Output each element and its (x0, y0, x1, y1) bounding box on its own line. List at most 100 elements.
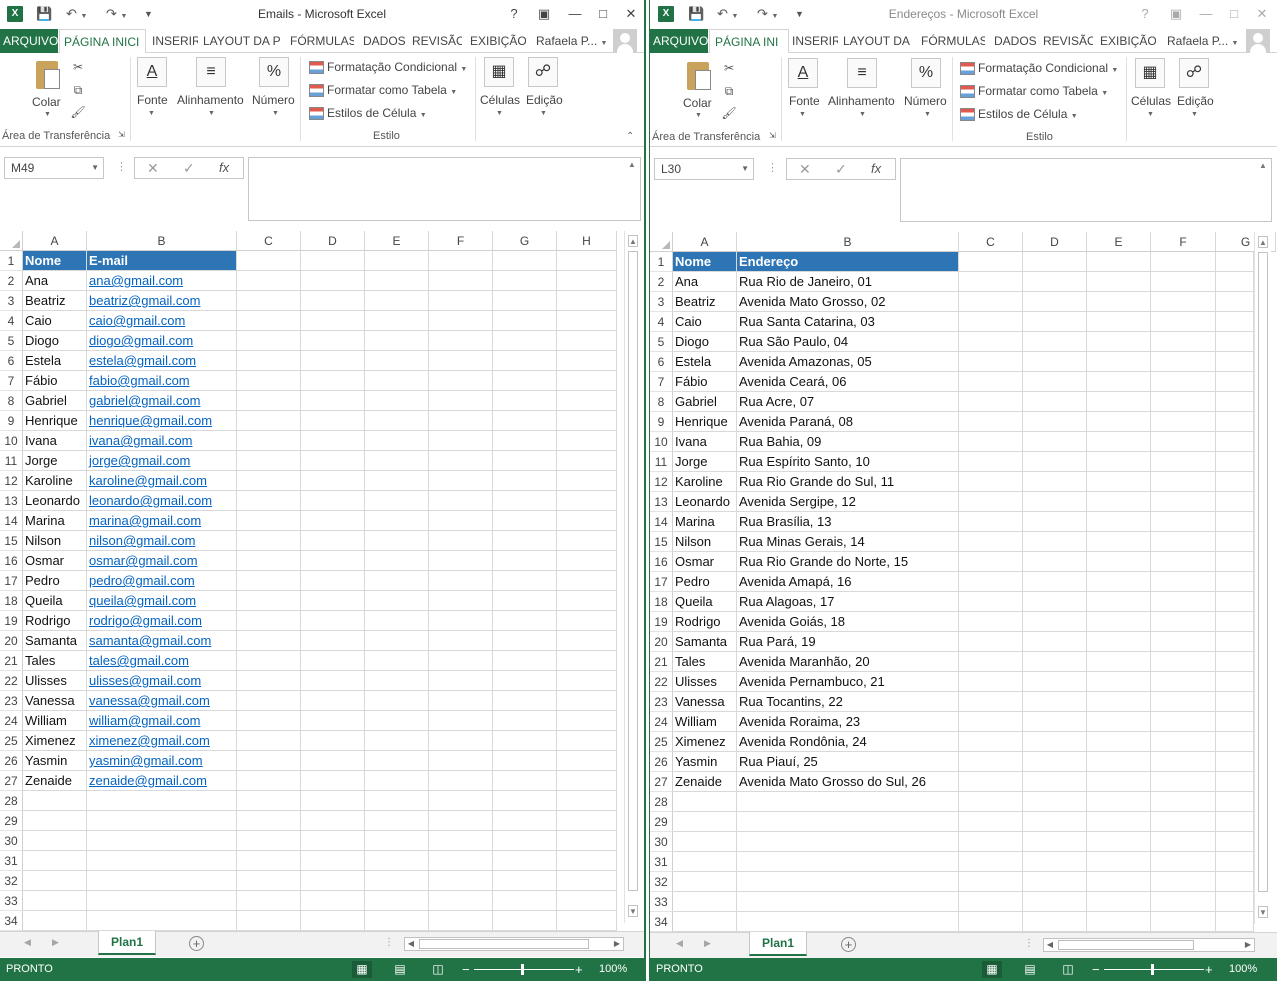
grid-cell[interactable] (1151, 512, 1216, 532)
grid-cell[interactable] (673, 812, 737, 832)
grid-cell[interactable] (493, 271, 557, 291)
grid-cell[interactable] (429, 271, 493, 291)
table-cell[interactable]: Gabriel (23, 391, 87, 411)
email-link[interactable]: gabriel@gmail.com (87, 391, 237, 411)
grid-cell[interactable] (493, 371, 557, 391)
scroll-left-icon[interactable]: ◀ (405, 938, 417, 950)
drag-handle-icon[interactable]: ⋮ (384, 937, 394, 948)
grid-cell[interactable] (429, 311, 493, 331)
grid-cell[interactable] (557, 711, 617, 731)
grid-cell[interactable] (301, 851, 365, 871)
grid-cell[interactable] (1023, 832, 1087, 852)
chevron-down-icon[interactable]: ▼ (148, 110, 155, 117)
grid-cell[interactable] (959, 852, 1023, 872)
row-header[interactable]: 31 (0, 851, 23, 871)
grid-cell[interactable] (237, 791, 301, 811)
grid-cell[interactable] (557, 491, 617, 511)
row-header[interactable]: 34 (0, 911, 23, 931)
table-cell[interactable]: Rua Pará, 19 (737, 632, 959, 652)
zoom-out-icon[interactable]: − (462, 961, 470, 978)
email-link[interactable]: ulisses@gmail.com (87, 671, 237, 691)
grid-cell[interactable] (237, 571, 301, 591)
grid-cell[interactable] (301, 571, 365, 591)
table-cell[interactable]: Rua Piauí, 25 (737, 752, 959, 772)
email-link[interactable]: yasmin@gmail.com (87, 751, 237, 771)
grid-cell[interactable] (1151, 672, 1216, 692)
number-label[interactable]: Número (252, 93, 295, 107)
row-header[interactable]: 18 (650, 592, 673, 612)
grid-cell[interactable] (1087, 872, 1151, 892)
grid-cell[interactable] (1216, 872, 1254, 892)
alignment-label[interactable]: Alinhamento (828, 94, 895, 108)
grid-cell[interactable] (557, 851, 617, 871)
column-header-b[interactable]: B (87, 231, 237, 251)
grid-cell[interactable] (237, 271, 301, 291)
grid-cell[interactable] (429, 471, 493, 491)
row-header[interactable]: 28 (650, 792, 673, 812)
grid-cell[interactable] (237, 291, 301, 311)
grid-cell[interactable] (959, 532, 1023, 552)
row-header[interactable]: 17 (0, 571, 23, 591)
grid-cell[interactable] (493, 311, 557, 331)
table-cell[interactable]: Rua Rio de Janeiro, 01 (737, 272, 959, 292)
grid-cell[interactable] (429, 331, 493, 351)
row-header[interactable]: 14 (650, 512, 673, 532)
grid-cell[interactable] (557, 271, 617, 291)
font-label[interactable]: Fonte (789, 94, 820, 108)
grid-cell[interactable] (1216, 812, 1254, 832)
grid-cell[interactable] (301, 791, 365, 811)
save-icon[interactable]: 💾 (688, 4, 704, 24)
table-cell[interactable]: Marina (23, 511, 87, 531)
table-cell[interactable]: Fábio (673, 372, 737, 392)
grid-cell[interactable] (1151, 832, 1216, 852)
grid-cell[interactable] (557, 591, 617, 611)
grid-cell[interactable] (959, 812, 1023, 832)
grid-cell[interactable] (1087, 792, 1151, 812)
formula-input[interactable] (248, 157, 641, 221)
grid-cell[interactable] (493, 591, 557, 611)
user-account[interactable]: Rafaela P... ▼ (1167, 29, 1238, 53)
email-link[interactable]: beatriz@gmail.com (87, 291, 237, 311)
horizontal-scrollbar[interactable]: ◀ ▶ (1043, 938, 1255, 952)
row-header[interactable]: 10 (0, 431, 23, 451)
grid-cell[interactable] (1023, 312, 1087, 332)
grid-cell[interactable] (365, 911, 429, 931)
binoculars-icon[interactable]: ☍ (528, 57, 558, 87)
cell-styles-button[interactable]: Estilos de Célula ▼ (327, 106, 427, 120)
grid-cell[interactable] (557, 571, 617, 591)
insert-function-icon[interactable]: fx (219, 158, 229, 178)
grid-cell[interactable] (87, 891, 237, 911)
grid-cell[interactable] (1151, 312, 1216, 332)
grid-cell[interactable] (493, 851, 557, 871)
ribbon-display-icon[interactable]: ▣ (533, 5, 555, 23)
grid-cell[interactable] (1216, 572, 1254, 592)
grid-cell[interactable] (237, 371, 301, 391)
row-header[interactable]: 18 (0, 591, 23, 611)
table-cell[interactable]: Diogo (23, 331, 87, 351)
grid-cell[interactable] (1151, 632, 1216, 652)
grid-cell[interactable] (959, 672, 1023, 692)
grid-cell[interactable] (1087, 732, 1151, 752)
grid-cell[interactable] (365, 331, 429, 351)
table-cell[interactable]: Avenida Rondônia, 24 (737, 732, 959, 752)
row-header[interactable]: 17 (650, 572, 673, 592)
grid-cell[interactable] (493, 431, 557, 451)
grid-cell[interactable] (1023, 692, 1087, 712)
grid-cell[interactable] (493, 651, 557, 671)
grid-cell[interactable] (301, 471, 365, 491)
grid-cell[interactable] (1216, 432, 1254, 452)
grid-cell[interactable] (1087, 832, 1151, 852)
page-layout-view-icon[interactable]: ▤ (1020, 961, 1040, 978)
table-cell[interactable]: Pedro (673, 572, 737, 592)
grid-cell[interactable] (301, 391, 365, 411)
row-header[interactable]: 19 (650, 612, 673, 632)
grid-cell[interactable] (1151, 712, 1216, 732)
column-header-e[interactable]: E (365, 231, 429, 251)
grid-cell[interactable] (493, 251, 557, 271)
table-cell[interactable]: Rodrigo (673, 612, 737, 632)
percent-icon[interactable]: % (259, 57, 289, 87)
grid-cell[interactable] (365, 571, 429, 591)
grid-cell[interactable] (1151, 392, 1216, 412)
grid-cell[interactable] (365, 551, 429, 571)
save-icon[interactable]: 💾 (36, 4, 52, 24)
